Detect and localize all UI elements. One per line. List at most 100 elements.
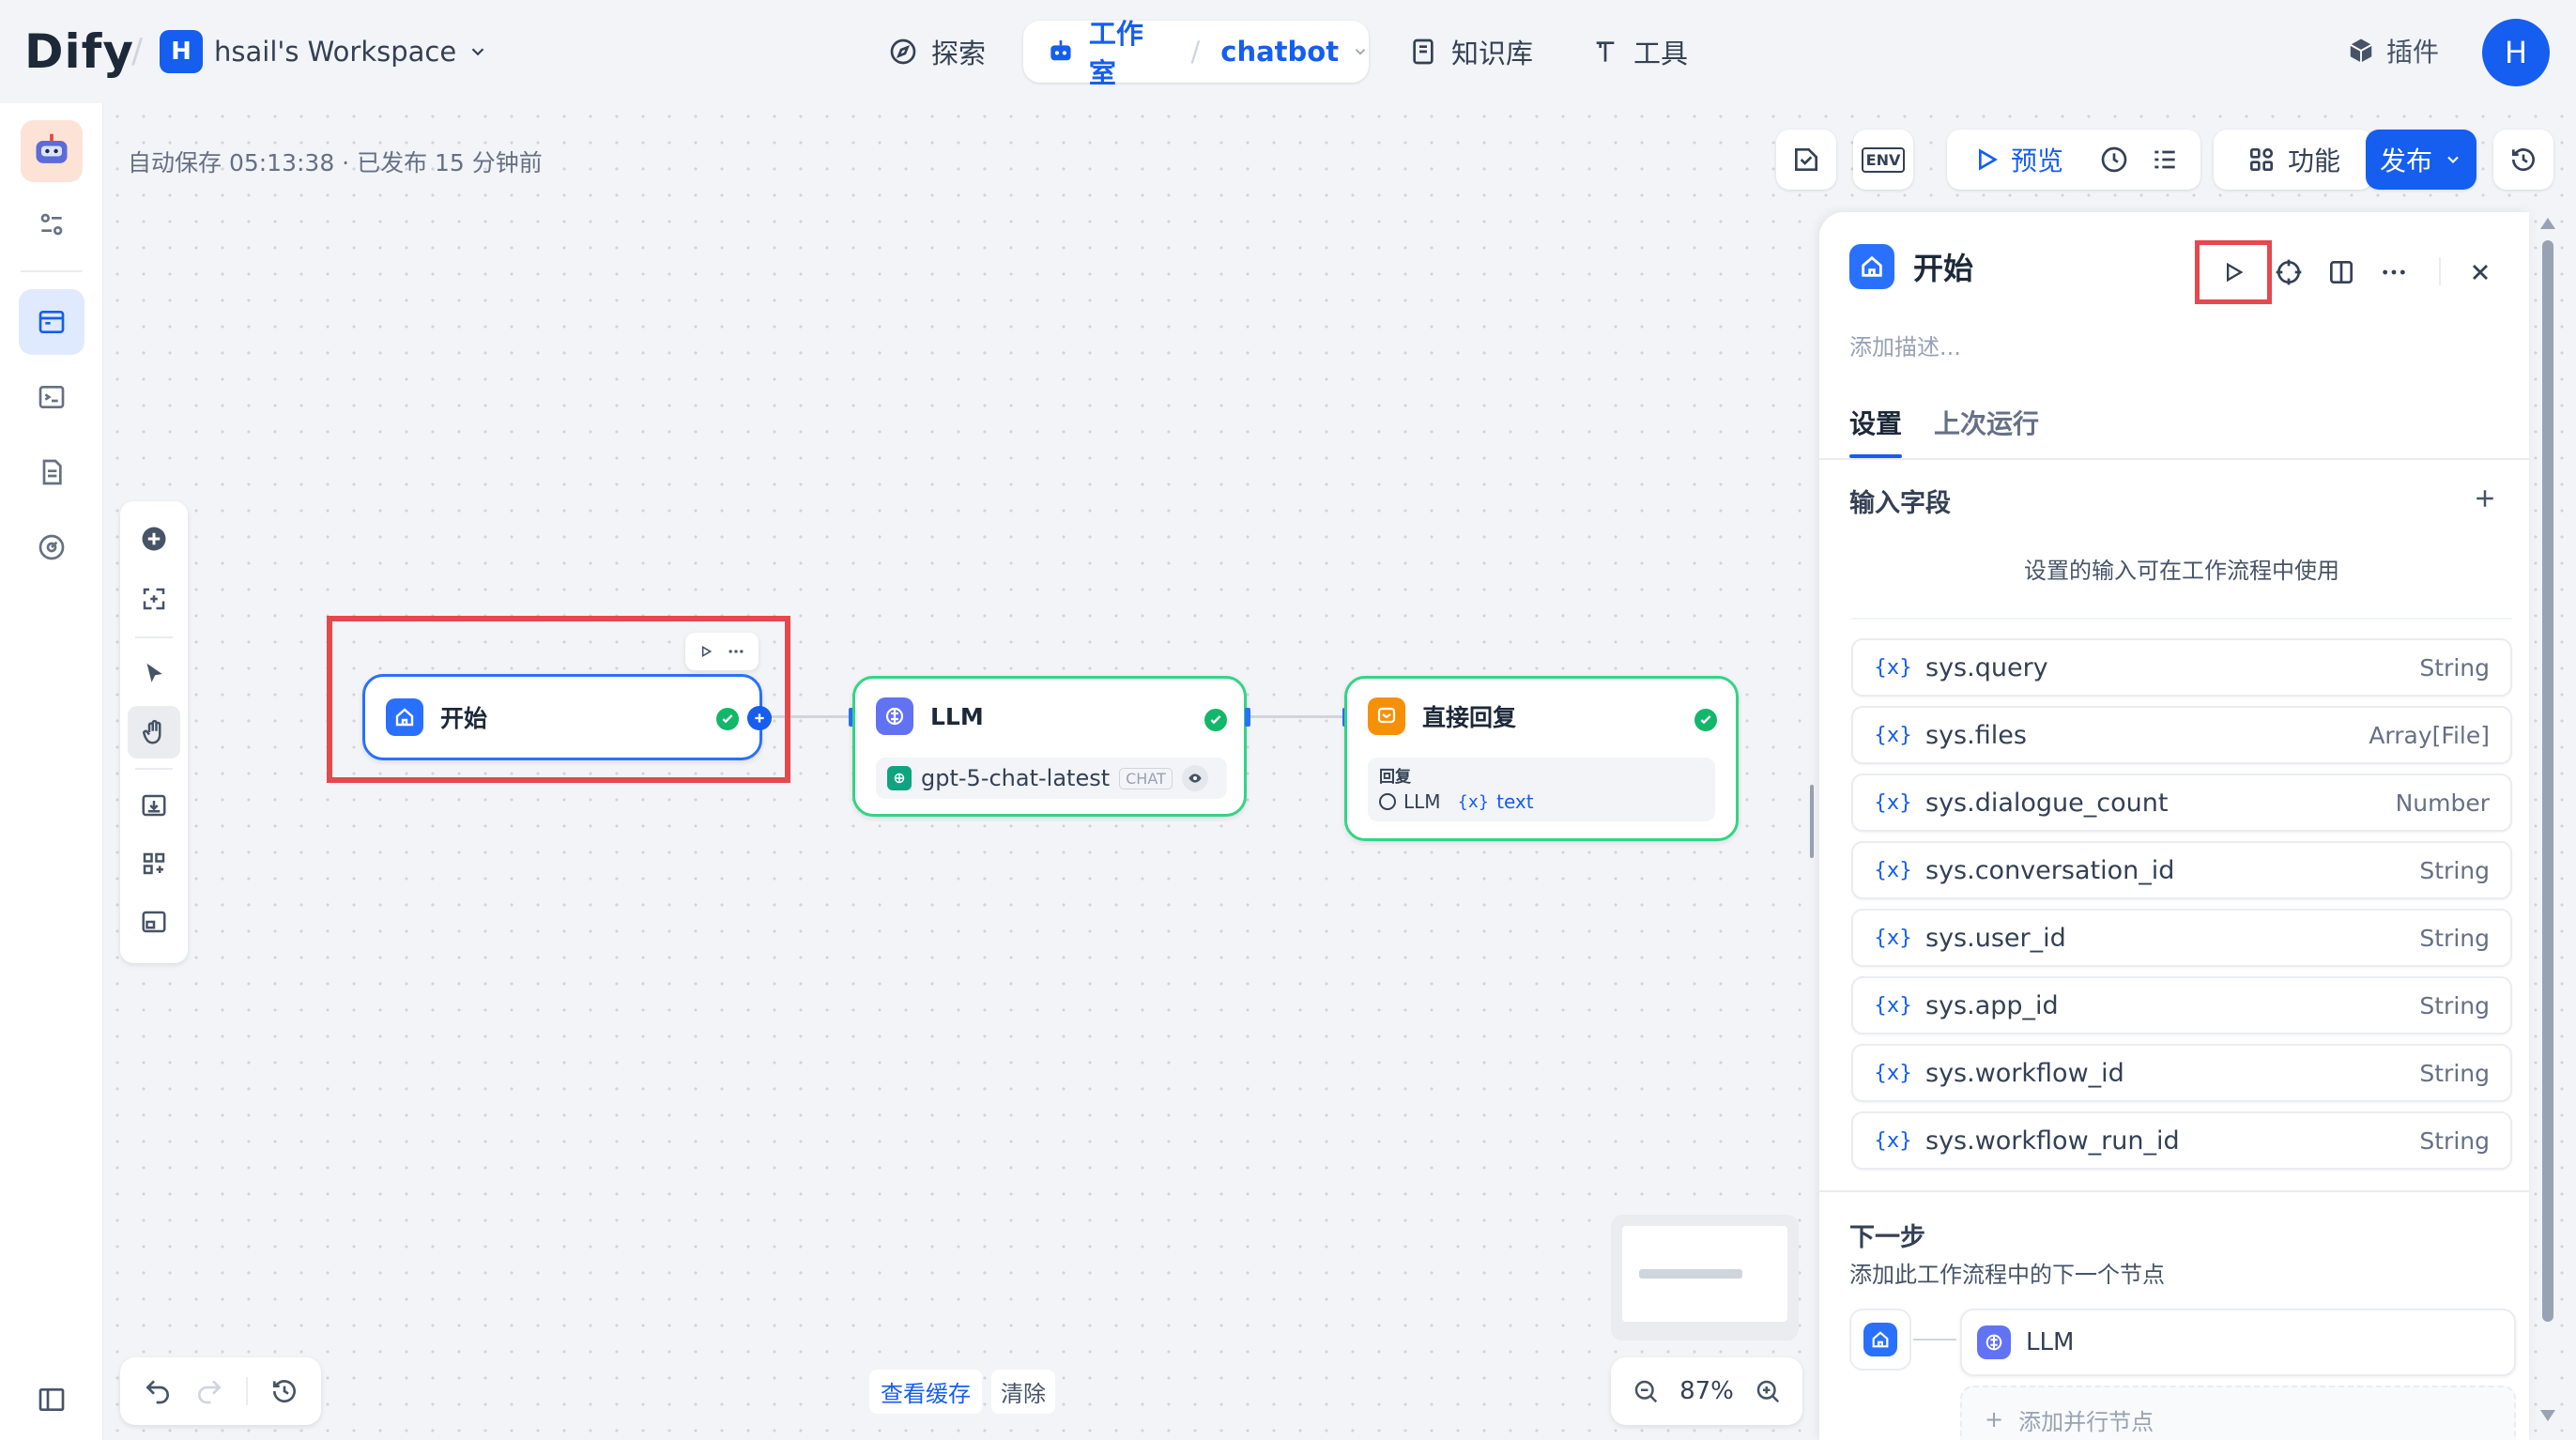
version-history-button[interactable] (2493, 130, 2553, 190)
field-type: String (2419, 924, 2490, 952)
play-icon (2227, 262, 2244, 283)
zoom-in-icon[interactable] (1754, 1377, 1782, 1405)
more-icon[interactable] (2379, 257, 2409, 287)
redo-icon[interactable] (194, 1376, 224, 1406)
panel-resize-handle[interactable] (1810, 785, 1814, 858)
field-sys-conversation-id[interactable]: {x} sys.conversation_id String (1851, 841, 2512, 899)
nav-tools-label: 工具 (1633, 38, 1689, 69)
collapse-sidebar-icon[interactable] (19, 1367, 84, 1432)
panel-scrollbar[interactable] (2542, 240, 2553, 1322)
divider (1851, 618, 2512, 620)
checklist-button[interactable] (1776, 130, 1836, 190)
field-sys-files[interactable]: {x} sys.files Array[File] (1851, 706, 2512, 764)
undo-icon[interactable] (143, 1376, 173, 1406)
field-type: String (2419, 1126, 2490, 1155)
field-name: sys.dialogue_count (1925, 788, 2169, 818)
current-node-chip (1849, 1309, 1911, 1371)
publish-button[interactable]: 发布 (2366, 130, 2476, 190)
field-name: sys.conversation_id (1925, 855, 2175, 885)
minimap-toggle-icon[interactable] (128, 896, 180, 948)
field-sys-user-id[interactable]: {x} sys.user_id String (1851, 909, 2512, 967)
features-label: 功能 (2287, 146, 2340, 176)
crosshair-icon[interactable] (2274, 257, 2304, 287)
tab-settings[interactable]: 设置 (1849, 404, 1903, 458)
workspace-switcher[interactable]: H hsail's Workspace (160, 29, 488, 74)
next-node-llm[interactable]: LLM (1960, 1309, 2516, 1376)
field-type: Number (2395, 789, 2490, 817)
description-input[interactable]: 添加描述... (1849, 329, 1961, 361)
undo-redo-toolbar (120, 1357, 321, 1425)
pointer-icon[interactable] (128, 648, 180, 700)
dify-logo[interactable]: Dify (24, 24, 134, 79)
history-icon[interactable] (269, 1376, 299, 1406)
ref-node-name: LLM (1403, 790, 1441, 813)
nav-tools[interactable]: 工具 (1590, 21, 1688, 83)
add-field-icon[interactable] (2471, 484, 2499, 513)
nav-studio[interactable]: 工作室 / chatbot (1023, 18, 1369, 89)
scroll-up-arrow[interactable] (2540, 218, 2555, 229)
divider (135, 768, 173, 770)
field-type: String (2419, 1059, 2490, 1087)
field-sys-query[interactable]: {x} sys.query String (1851, 638, 2512, 697)
logs-icon[interactable] (19, 439, 84, 505)
monitoring-icon[interactable] (19, 514, 84, 580)
plugins-button[interactable]: 插件 (2347, 32, 2439, 69)
book-open-icon[interactable] (2326, 257, 2356, 287)
field-sys-dialogue-count[interactable]: {x} sys.dialogue_count Number (1851, 774, 2512, 832)
app-icon[interactable] (21, 120, 83, 182)
run-step-button[interactable] (2195, 240, 2272, 304)
home-icon (1863, 1323, 1897, 1356)
api-access-icon[interactable] (19, 364, 84, 430)
field-sys-app-id[interactable]: {x} sys.app_id String (1851, 976, 2512, 1034)
preview-button[interactable]: 预览 (1971, 141, 2063, 178)
hand-icon[interactable] (128, 706, 180, 758)
export-image-icon[interactable] (128, 779, 180, 832)
env-variables-button[interactable]: ENV (1853, 130, 1913, 190)
tab-last-run[interactable]: 上次运行 (1934, 404, 2039, 441)
field-sys-workflow-run-id[interactable]: {x} sys.workflow_run_id String (1851, 1111, 2512, 1170)
nav-explore[interactable]: 探索 (888, 21, 986, 83)
minimap[interactable] (1611, 1215, 1799, 1340)
variable-icon: {x} (1874, 1128, 1913, 1153)
run-node-icon[interactable] (698, 644, 713, 659)
node-actions (685, 633, 759, 670)
features-button[interactable]: 功能 (2214, 130, 2373, 190)
eye-icon[interactable] (1181, 765, 1208, 791)
model-name: gpt-5-chat-latest (921, 765, 1111, 791)
zoom-out-icon[interactable] (1632, 1377, 1660, 1405)
add-parallel-node-button[interactable]: + 添加并行节点 (1960, 1386, 2516, 1440)
llm-node[interactable]: LLM gpt-5-chat-latest CHAT (852, 676, 1247, 817)
next-node-label: LLM (2026, 1328, 2075, 1356)
clear-cache-button[interactable]: 清除 (991, 1369, 1055, 1414)
scroll-down-arrow[interactable] (2540, 1410, 2555, 1421)
field-name: sys.workflow_run_id (1925, 1126, 2180, 1156)
close-icon[interactable] (2467, 259, 2493, 285)
field-name: sys.query (1925, 652, 2048, 682)
answer-node[interactable]: 直接回复 回复 LLM {x} text (1344, 676, 1739, 841)
start-node[interactable]: 开始 (362, 674, 762, 760)
model-selector[interactable]: gpt-5-chat-latest CHAT (876, 758, 1227, 799)
app-settings-icon[interactable] (19, 191, 84, 257)
zoom-level[interactable]: 87% (1679, 1377, 1734, 1405)
panel-tabs: 设置 上次运行 (1849, 404, 2039, 458)
source-handle[interactable] (1245, 708, 1250, 727)
panel-title[interactable]: 开始 (1913, 245, 1973, 288)
add-node-icon[interactable] (128, 513, 180, 565)
history-icon (2511, 148, 2535, 172)
tab-last-run-label: 上次运行 (1934, 408, 2040, 439)
user-avatar[interactable]: H (2482, 19, 2550, 86)
tool-icon (1596, 41, 1615, 62)
add-note-icon[interactable] (128, 573, 180, 625)
orchestrate-icon[interactable] (19, 289, 84, 355)
run-history-icon[interactable] (2099, 145, 2129, 175)
variable-icon: {x} (1874, 790, 1913, 815)
list-icon[interactable] (2150, 145, 2180, 175)
organize-blocks-icon[interactable] (128, 837, 180, 890)
app-name-dropdown[interactable]: chatbot (1220, 36, 1339, 68)
nav-knowledge[interactable]: 知识库 (1408, 21, 1533, 83)
more-icon[interactable] (727, 642, 745, 661)
field-sys-workflow-id[interactable]: {x} sys.workflow_id String (1851, 1044, 2512, 1102)
view-cache-button[interactable]: 查看缓存 (869, 1369, 982, 1414)
add-next-node-icon[interactable] (747, 706, 772, 730)
edge-llm-answer (1247, 715, 1346, 718)
